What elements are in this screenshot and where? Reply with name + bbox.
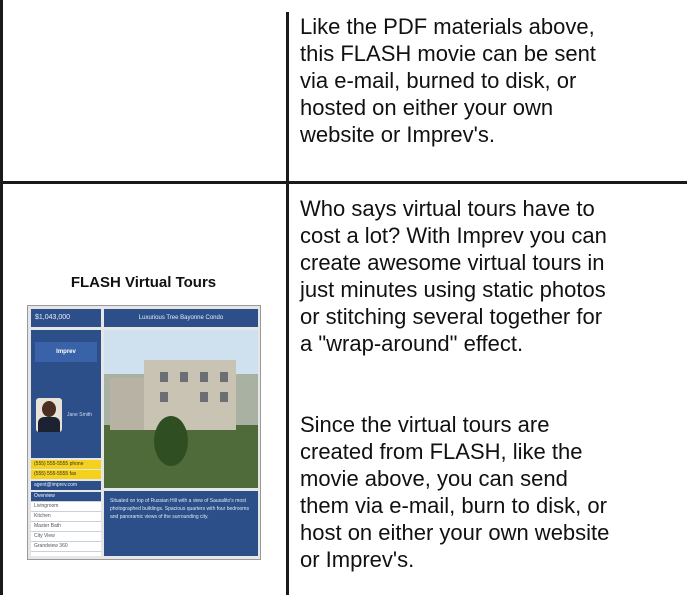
- virtual-tours-intro: Who says virtual tours have to cost a lo…: [300, 195, 685, 357]
- left-border-lower: [0, 183, 3, 595]
- property-description: Situated on top of Russian Hill with a v…: [104, 491, 258, 556]
- fax-line: (555) 555-5555 fax: [31, 470, 101, 479]
- tour-headline: Luxurious Tree Bayonne Condo: [104, 309, 258, 327]
- property-photo: [104, 330, 258, 488]
- agent-name: Jane Smith: [67, 412, 93, 418]
- text-line: them via e-mail, burn to disk, or: [300, 493, 607, 518]
- menu-item[interactable]: Kitchen: [31, 512, 101, 522]
- price-label: $1,043,000: [31, 309, 101, 327]
- menu-item[interactable]: City View: [31, 532, 101, 542]
- left-border: [0, 0, 3, 181]
- text-line: Who says virtual tours have to: [300, 196, 595, 221]
- text-line: or Imprev's.: [300, 547, 415, 572]
- column-divider: [286, 12, 289, 595]
- text-line: created from FLASH, like the: [300, 439, 583, 464]
- virtual-tours-details: Since the virtual tours are created from…: [300, 411, 685, 573]
- text-line: or stitching several together for: [300, 304, 603, 329]
- text-line: just minutes using static photos: [300, 277, 606, 302]
- menu-item[interactable]: Master Bath: [31, 522, 101, 532]
- text-line: hosted on either your own: [300, 95, 554, 120]
- agent-sidebar: Imprev Jane Smith: [31, 330, 101, 458]
- menu-item[interactable]: Grandview 360: [31, 542, 101, 552]
- text-line: cost a lot? With Imprev you can: [300, 223, 607, 248]
- text-line: movie above, you can send: [300, 466, 568, 491]
- row-divider: [0, 181, 687, 184]
- phone-line: (555) 555-5555 phone: [31, 460, 101, 469]
- agent-email: agent@imprev.com: [31, 481, 101, 490]
- tour-menu: Overview Livingroom Kitchen Master Bath …: [31, 492, 101, 556]
- text-line: website or Imprev's.: [300, 122, 495, 147]
- text-line: Like the PDF materials above,: [300, 14, 595, 39]
- text-line: via e-mail, burned to disk, or: [300, 68, 577, 93]
- company-logo: Imprev: [35, 342, 97, 362]
- agent-photo: [36, 398, 62, 432]
- menu-item[interactable]: Overview: [31, 492, 101, 502]
- virtual-tour-thumbnail[interactable]: $1,043,000 Luxurious Tree Bayonne Condo …: [27, 305, 261, 560]
- text-line: a "wrap-around" effect.: [300, 331, 524, 356]
- menu-item[interactable]: Livingroom: [31, 502, 101, 512]
- pdf-flash-description: Like the PDF materials above, this FLASH…: [300, 13, 685, 148]
- flash-virtual-tours-caption: FLASH Virtual Tours: [70, 274, 217, 291]
- text-line: Since the virtual tours are: [300, 412, 550, 437]
- text-line: host on either your own website: [300, 520, 610, 545]
- text-line: this FLASH movie can be sent: [300, 41, 596, 66]
- text-line: create awesome virtual tours in: [300, 250, 605, 275]
